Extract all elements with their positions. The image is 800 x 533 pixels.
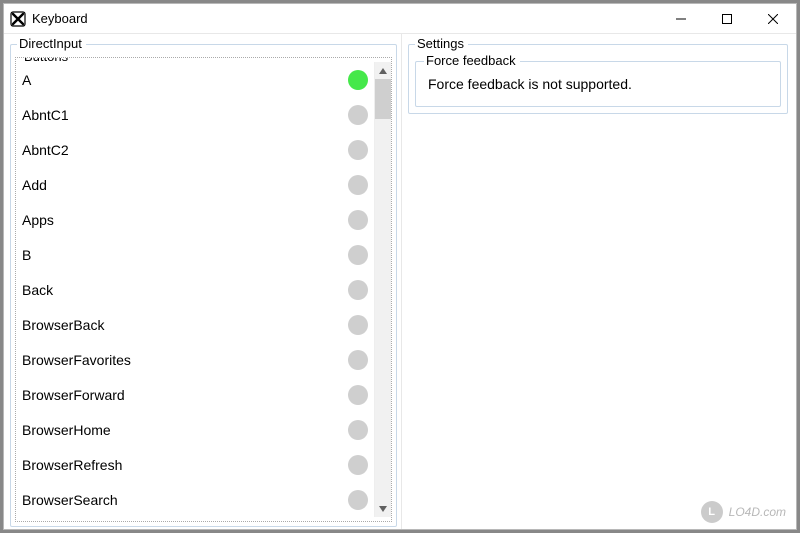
list-item-label: A: [22, 72, 348, 88]
list-item[interactable]: B: [22, 237, 374, 272]
status-dot-icon: [348, 175, 368, 195]
list-item[interactable]: BrowserSearch: [22, 482, 374, 517]
window-title: Keyboard: [32, 11, 88, 26]
status-dot-icon: [348, 350, 368, 370]
status-dot-icon: [348, 315, 368, 335]
list-item[interactable]: Apps: [22, 202, 374, 237]
status-dot-icon: [348, 70, 368, 90]
list-item[interactable]: Add: [22, 167, 374, 202]
list-item[interactable]: Back: [22, 272, 374, 307]
list-item-label: BrowserHome: [22, 422, 348, 438]
minimize-button[interactable]: [658, 4, 704, 34]
scroll-up-icon[interactable]: [375, 62, 391, 79]
list-item[interactable]: AbntC1: [22, 97, 374, 132]
directinput-legend: DirectInput: [17, 36, 86, 51]
list-item[interactable]: A: [22, 62, 374, 97]
scroll-thumb[interactable]: [375, 79, 391, 119]
watermark-badge-icon: L: [701, 501, 723, 523]
list-item[interactable]: BrowserBack: [22, 307, 374, 342]
scroll-track[interactable]: [375, 79, 391, 500]
status-dot-icon: [348, 210, 368, 230]
watermark: L LO4D.com: [701, 501, 786, 523]
list-item-label: Apps: [22, 212, 348, 228]
force-feedback-legend: Force feedback: [424, 53, 520, 68]
settings-legend: Settings: [415, 36, 468, 51]
window-frame: Keyboard DirectInput Buttons A AbntC1 Abnt…: [3, 3, 797, 530]
list-item[interactable]: BrowserFavorites: [22, 342, 374, 377]
buttons-group: Buttons A AbntC1 AbntC2 Add Apps B Back Browser…: [15, 57, 392, 522]
buttons-list: A AbntC1 AbntC2 Add Apps B Back BrowserBack Brow…: [16, 62, 374, 517]
content-area: DirectInput Buttons A AbntC1 AbntC2 Add Apps…: [4, 34, 796, 529]
scrollbar[interactable]: [374, 62, 391, 517]
right-pane: Settings Force feedback Force feedback i…: [402, 34, 796, 529]
directinput-group: DirectInput Buttons AAbntC1AbntC2AddApps…: [10, 44, 397, 527]
close-button[interactable]: [750, 4, 796, 34]
status-dot-icon: [348, 385, 368, 405]
list-item[interactable]: BrowserForward: [22, 377, 374, 412]
maximize-button[interactable]: [704, 4, 750, 34]
watermark-text: LO4D.com: [729, 505, 786, 519]
list-item-label: AbntC1: [22, 107, 348, 123]
list-item-label: BrowserSearch: [22, 492, 348, 508]
list-item[interactable]: BrowserRefresh: [22, 447, 374, 482]
force-feedback-message: Force feedback is not supported.: [428, 76, 770, 92]
buttons-legend: Buttons: [22, 57, 72, 64]
status-dot-icon: [348, 245, 368, 265]
list-item-label: BrowserForward: [22, 387, 348, 403]
status-dot-icon: [348, 420, 368, 440]
app-icon: [10, 11, 26, 27]
list-item-label: BrowserFavorites: [22, 352, 348, 368]
scroll-down-icon[interactable]: [375, 500, 391, 517]
status-dot-icon: [348, 455, 368, 475]
status-dot-icon: [348, 280, 368, 300]
status-dot-icon: [348, 490, 368, 510]
titlebar: Keyboard: [4, 4, 796, 34]
list-item-label: Add: [22, 177, 348, 193]
status-dot-icon: [348, 140, 368, 160]
list-item[interactable]: AbntC2: [22, 132, 374, 167]
list-item-label: AbntC2: [22, 142, 348, 158]
list-item[interactable]: BrowserHome: [22, 412, 374, 447]
list-item-label: Back: [22, 282, 348, 298]
settings-group: Settings Force feedback Force feedback i…: [408, 44, 788, 114]
status-dot-icon: [348, 105, 368, 125]
list-item-label: B: [22, 247, 348, 263]
force-feedback-group: Force feedback Force feedback is not sup…: [415, 61, 781, 107]
list-item-label: BrowserRefresh: [22, 457, 348, 473]
left-pane: DirectInput Buttons A AbntC1 AbntC2 Add Apps…: [4, 34, 402, 529]
list-item-label: BrowserBack: [22, 317, 348, 333]
